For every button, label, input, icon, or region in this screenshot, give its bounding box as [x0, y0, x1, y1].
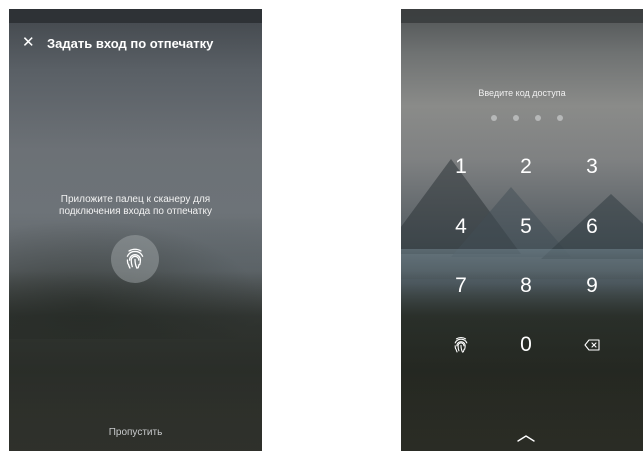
- passcode-screen: Введите код доступа 1 2 3 4 5 6 7 8 9 0: [401, 9, 643, 451]
- background-trees: [9, 271, 262, 451]
- instruction-text: Приложите палец к сканеру для подключени…: [9, 194, 262, 218]
- status-bar: [401, 9, 643, 23]
- backspace-button[interactable]: [572, 330, 612, 360]
- key-7[interactable]: 7: [441, 271, 481, 301]
- passcode-title: Введите код доступа: [478, 88, 566, 98]
- key-3[interactable]: 3: [572, 152, 612, 182]
- key-8[interactable]: 8: [506, 271, 546, 301]
- pin-dot-2: [513, 115, 519, 121]
- fingerprint-setup-screen: ✕ Задать вход по отпечатку Приложите пал…: [9, 9, 262, 451]
- page-title: Задать вход по отпечатку: [47, 36, 214, 51]
- key-5[interactable]: 5: [506, 212, 546, 242]
- instruction-line-1: Приложите палец к сканеру для: [60, 194, 211, 205]
- pin-dot-4: [557, 115, 563, 121]
- key-2[interactable]: 2: [506, 152, 546, 182]
- key-9[interactable]: 9: [572, 271, 612, 301]
- pin-dot-1: [491, 115, 497, 121]
- key-1[interactable]: 1: [441, 152, 481, 182]
- pin-indicator: [491, 115, 563, 123]
- fingerprint-key[interactable]: [441, 330, 481, 360]
- close-icon[interactable]: ✕: [22, 35, 35, 51]
- key-4[interactable]: 4: [441, 212, 481, 242]
- fingerprint-scanner-button[interactable]: [111, 235, 159, 283]
- backspace-icon: [584, 339, 600, 351]
- fingerprint-icon: [126, 248, 144, 269]
- instruction-line-2: подключения входа по отпечатку: [59, 206, 212, 217]
- chevron-up-icon[interactable]: [516, 434, 536, 443]
- fingerprint-icon: [454, 336, 468, 353]
- status-bar: [9, 9, 262, 23]
- skip-button[interactable]: Пропустить: [9, 427, 262, 438]
- key-0[interactable]: 0: [506, 330, 546, 360]
- key-6[interactable]: 6: [572, 212, 612, 242]
- pin-dot-3: [535, 115, 541, 121]
